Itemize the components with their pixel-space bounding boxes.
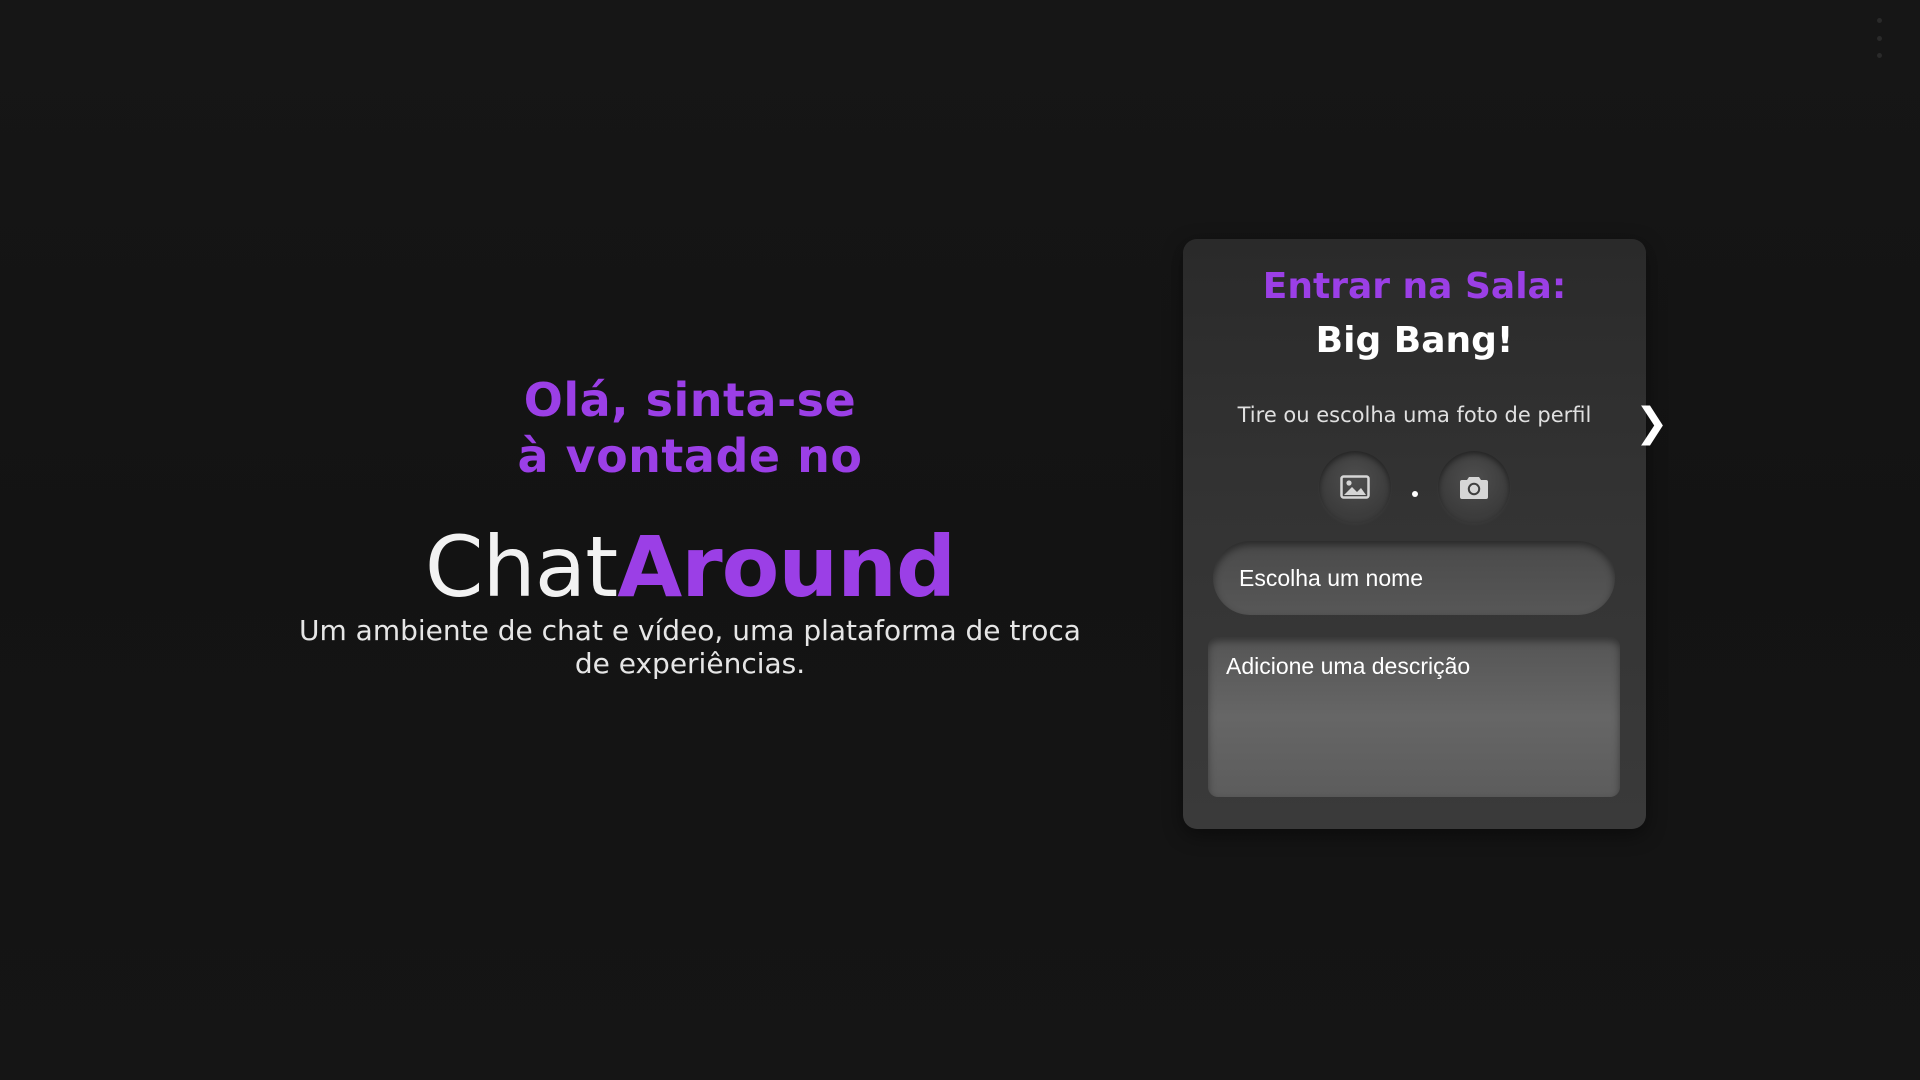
photo-hint: Tire ou escolha uma foto de perfil [1237,403,1592,427]
next-arrow-icon[interactable]: ❯ [1635,401,1669,445]
tagline: Um ambiente de chat e vídeo, uma platafo… [299,614,1081,680]
brand-logo: ChatAround [290,522,1090,612]
brand-chat: Chat [424,518,618,616]
photo-separator-dot [1412,491,1418,497]
image-icon [1340,475,1370,499]
greeting-line-2: à vontade no [517,429,863,483]
greeting: Olá, sinta-se à vontade no [290,372,1090,484]
brand-around: Around [617,518,956,616]
join-room-card: Entrar na Sala: Big Bang! Tire ou escolh… [1183,239,1669,829]
kebab-menu-icon[interactable] [1874,18,1884,58]
greeting-line-1: Olá, sinta-se [523,373,857,427]
card-title: Entrar na Sala: [1262,266,1567,307]
menu-dot [1876,35,1882,41]
menu-dot [1876,53,1882,58]
description-input[interactable] [1208,637,1620,797]
room-name: Big Bang! [1315,320,1514,361]
camera-icon [1460,477,1488,499]
take-photo-button[interactable] [1438,451,1510,523]
hero-section: Olá, sinta-se à vontade no ChatAround Um… [290,372,1090,680]
menu-dot [1876,18,1882,23]
choose-photo-button[interactable] [1319,451,1391,523]
photo-options [1183,451,1646,523]
name-input[interactable] [1213,541,1615,615]
